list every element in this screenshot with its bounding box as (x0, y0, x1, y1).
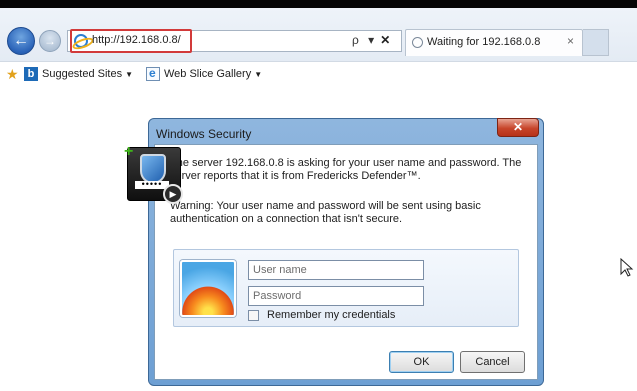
favorites-item-web-slice-gallery[interactable]: Web Slice Gallery ▼ (164, 68, 262, 80)
screen: ← → http://192.168.0.8/ ρ ▾ ✕ Waiting for… (0, 0, 637, 391)
tab-close-icon[interactable]: × (567, 34, 574, 48)
back-arrow-icon: ← (13, 32, 29, 49)
user-avatar (180, 260, 236, 317)
search-dropdown-icon[interactable]: ρ ▾ (352, 33, 377, 47)
favorites-item-label: Web Slice Gallery (164, 68, 252, 80)
password-input[interactable]: Password (248, 286, 424, 306)
dialog-close-button[interactable]: ✕ (497, 118, 539, 137)
address-tools[interactable]: ρ ▾ ✕ (352, 33, 393, 47)
favorites-item-suggested-sites[interactable]: Suggested Sites ▼ (42, 68, 133, 80)
remember-checkbox[interactable] (248, 310, 259, 321)
forward-button[interactable]: → (39, 30, 61, 52)
back-button[interactable]: ← (7, 27, 35, 55)
ie-page-icon (74, 34, 88, 48)
tab-title[interactable]: Waiting for 192.168.0.8 (427, 36, 540, 48)
remember-label[interactable]: Remember my credentials (267, 309, 395, 321)
window-top-edge (0, 0, 637, 8)
dialog-title: Windows Security (156, 127, 252, 141)
dialog-warning: Warning: Your user name and password wil… (170, 200, 481, 225)
ok-button[interactable]: OK (389, 351, 454, 373)
forward-arrow-icon: → (44, 34, 56, 48)
cancel-button[interactable]: Cancel (460, 351, 525, 373)
address-url[interactable]: http://192.168.0.8/ (92, 34, 181, 46)
new-tab-button[interactable] (583, 29, 609, 56)
loading-spinner-icon (412, 37, 423, 48)
favorites-star-icon[interactable]: ★ (6, 66, 19, 83)
chevron-down-icon: ▼ (254, 70, 263, 79)
username-input[interactable]: User name (248, 260, 424, 280)
play-icon: ▶ (163, 184, 183, 204)
web-slice-icon (146, 66, 160, 81)
plus-icon: + (124, 143, 134, 160)
favorites-item-label: Suggested Sites (42, 68, 123, 80)
chevron-down-icon: ▼ (125, 70, 134, 79)
dialog-message: The server 192.168.0.8 is asking for you… (170, 157, 522, 182)
bing-icon: b (24, 67, 38, 81)
stop-icon[interactable]: ✕ (380, 33, 393, 47)
